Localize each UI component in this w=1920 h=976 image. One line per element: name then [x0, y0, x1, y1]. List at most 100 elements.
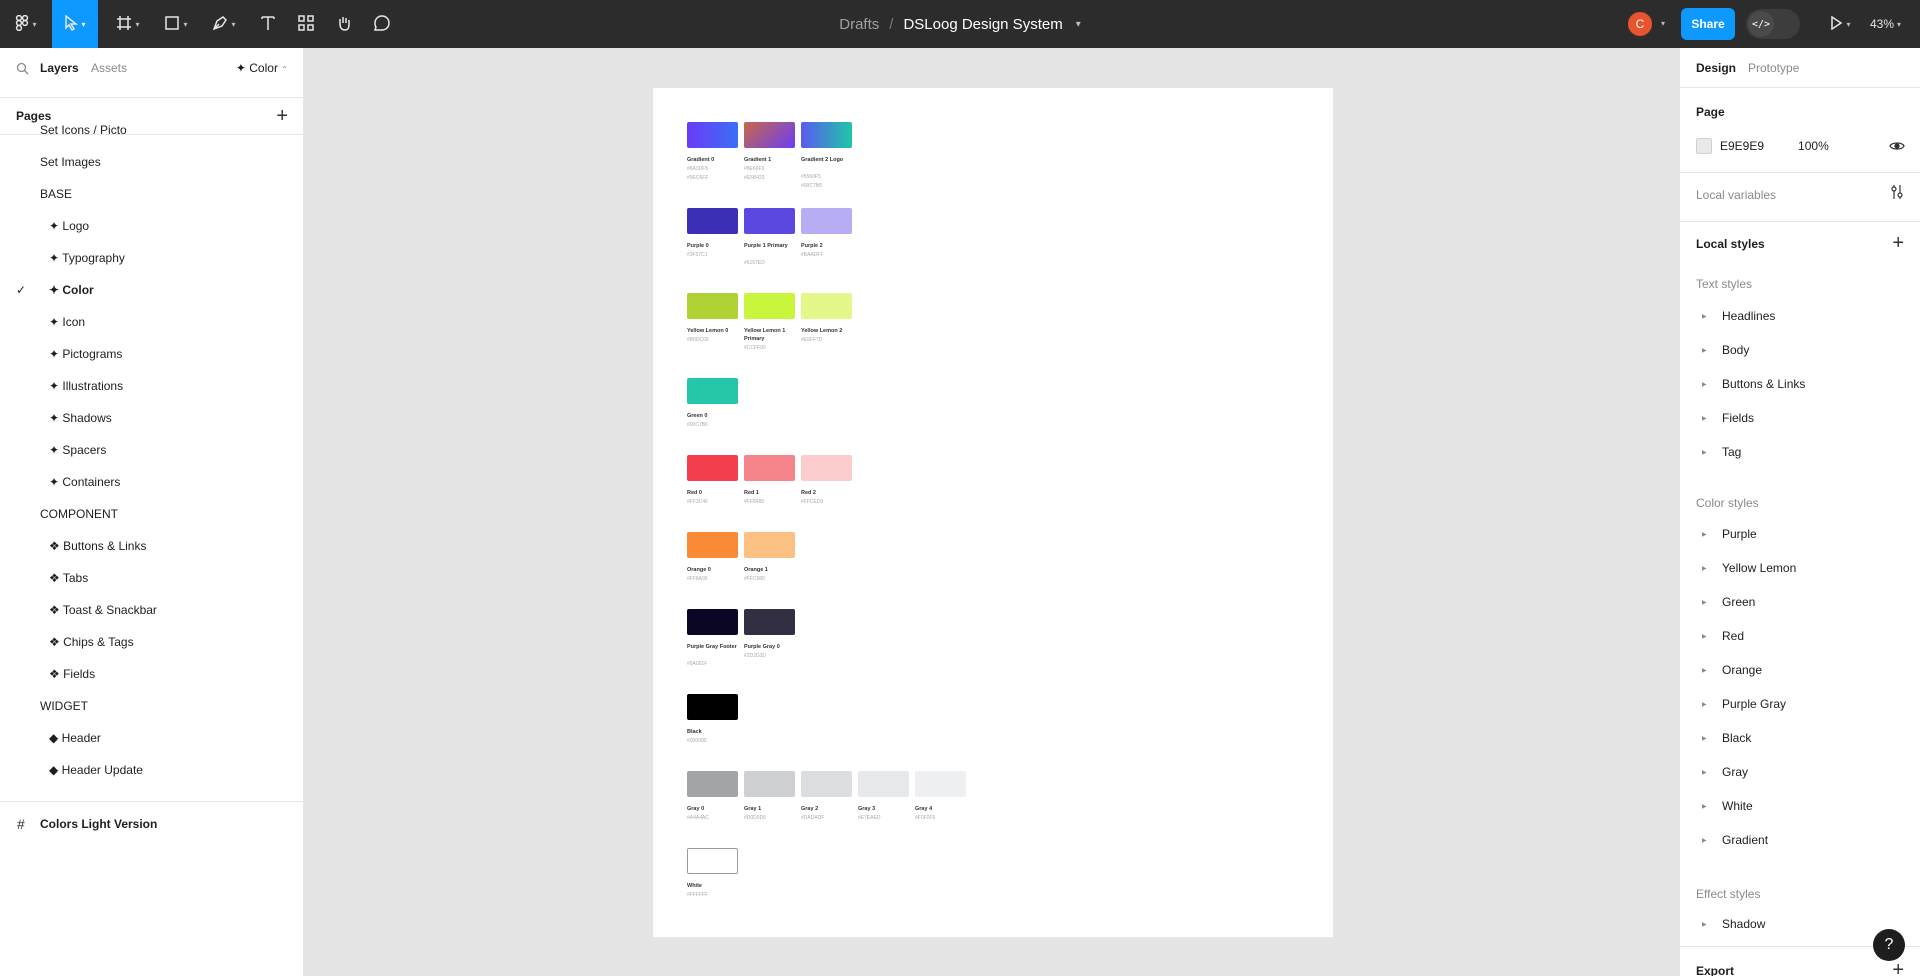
color-swatch[interactable]: [801, 122, 852, 148]
page-item[interactable]: Set Images: [0, 146, 304, 178]
chevron-right-icon[interactable]: ▶: [1702, 565, 1714, 572]
page-item[interactable]: ◆ Header Update: [0, 754, 304, 786]
local-variables-label[interactable]: Local variables: [1696, 188, 1776, 202]
tab-design[interactable]: Design: [1696, 61, 1736, 75]
eye-icon[interactable]: [1889, 138, 1905, 154]
page-color-hex[interactable]: E9E9E9: [1720, 139, 1764, 153]
color-swatch[interactable]: [744, 609, 795, 635]
color-swatch[interactable]: [687, 694, 738, 720]
page-item[interactable]: ✦ Logo: [0, 210, 304, 242]
resources-button[interactable]: [290, 0, 322, 48]
chevron-right-icon[interactable]: ▶: [1702, 803, 1714, 810]
page-background-row[interactable]: E9E9E9 100%: [1696, 136, 1905, 156]
color-swatch[interactable]: [687, 378, 738, 404]
add-export-button[interactable]: +: [1892, 959, 1904, 976]
style-item[interactable]: ▶ White: [1696, 796, 1905, 816]
chevron-right-icon[interactable]: ▶: [1702, 347, 1714, 354]
chevron-right-icon[interactable]: ▶: [1702, 701, 1714, 708]
chevron-right-icon[interactable]: ▶: [1702, 415, 1714, 422]
avatar[interactable]: C: [1628, 12, 1652, 36]
current-page-selector[interactable]: ✦ Color ⌃: [236, 61, 288, 75]
color-swatch[interactable]: [687, 848, 738, 874]
search-icon[interactable]: [16, 62, 29, 75]
color-swatch[interactable]: [744, 771, 795, 797]
present-button[interactable]: ▾: [1820, 0, 1860, 48]
variables-settings-icon[interactable]: [1890, 184, 1904, 205]
chevron-right-icon[interactable]: ▶: [1702, 735, 1714, 742]
color-swatch[interactable]: [687, 532, 738, 558]
color-swatch[interactable]: [687, 771, 738, 797]
page-item[interactable]: ✦ Containers: [0, 466, 304, 498]
style-item[interactable]: ▶ Black: [1696, 728, 1905, 748]
chevron-right-icon[interactable]: ▶: [1702, 313, 1714, 320]
color-swatch[interactable]: [744, 293, 795, 319]
page-item[interactable]: ✦ Icon: [0, 306, 304, 338]
page-item[interactable]: Set Icons / Picto: [0, 114, 304, 146]
chevron-right-icon[interactable]: ▶: [1702, 769, 1714, 776]
page-item[interactable]: COMPONENT: [0, 498, 304, 530]
color-swatch[interactable]: [801, 455, 852, 481]
style-item[interactable]: ▶ Tag: [1696, 442, 1905, 462]
style-item[interactable]: ▶ Shadow: [1696, 914, 1905, 934]
chevron-right-icon[interactable]: ▶: [1702, 633, 1714, 640]
chevron-right-icon[interactable]: ▶: [1702, 531, 1714, 538]
color-swatch[interactable]: [687, 122, 738, 148]
pen-tool-button[interactable]: ▾: [204, 0, 244, 48]
text-tool-button[interactable]: [252, 0, 284, 48]
comment-tool-button[interactable]: [366, 0, 398, 48]
page-item[interactable]: ✦ Typography: [0, 242, 304, 274]
color-swatch[interactable]: [858, 771, 909, 797]
tab-prototype[interactable]: Prototype: [1748, 61, 1799, 75]
style-item[interactable]: ▶ Buttons & Links: [1696, 374, 1905, 394]
page-item[interactable]: ❖ Toast & Snackbar: [0, 594, 304, 626]
style-item[interactable]: ▶ Purple Gray: [1696, 694, 1905, 714]
style-item[interactable]: ▶ Fields: [1696, 408, 1905, 428]
page-opacity[interactable]: 100%: [1798, 139, 1829, 153]
color-swatch[interactable]: [687, 208, 738, 234]
chevron-right-icon[interactable]: ▶: [1702, 667, 1714, 674]
page-item[interactable]: ✓ ✦ Color: [0, 274, 304, 306]
color-swatch[interactable]: [687, 293, 738, 319]
color-swatch[interactable]: [687, 609, 738, 635]
page-item[interactable]: ✦ Shadows: [0, 402, 304, 434]
color-swatch[interactable]: [801, 771, 852, 797]
chevron-right-icon[interactable]: ▶: [1702, 381, 1714, 388]
color-swatch[interactable]: [801, 208, 852, 234]
page-item[interactable]: ❖ Fields: [0, 658, 304, 690]
color-swatch[interactable]: [801, 293, 852, 319]
frame-tool-button[interactable]: ▾: [108, 0, 148, 48]
colors-frame[interactable]: Gradient 0 #6A3DF5 #9EC6FF Gradient 1 #8E60…: [653, 88, 1333, 937]
zoom-menu[interactable]: 43% ▾: [1870, 0, 1901, 48]
color-swatch[interactable]: [744, 208, 795, 234]
chevron-right-icon[interactable]: ▶: [1702, 599, 1714, 606]
page-item[interactable]: BASE: [0, 178, 304, 210]
hand-tool-button[interactable]: [328, 0, 360, 48]
chevron-right-icon[interactable]: ▶: [1702, 449, 1714, 456]
canvas[interactable]: Gradient 0 #6A3DF5 #9EC6FF Gradient 1 #8E60…: [305, 48, 1679, 976]
help-button[interactable]: ?: [1873, 929, 1905, 961]
shape-tool-button[interactable]: ▾: [156, 0, 196, 48]
page-item[interactable]: ❖ Buttons & Links: [0, 530, 304, 562]
main-menu-button[interactable]: ▾: [8, 0, 44, 48]
style-item[interactable]: ▶ Green: [1696, 592, 1905, 612]
style-item[interactable]: ▶ Orange: [1696, 660, 1905, 680]
style-item[interactable]: ▶ Headlines: [1696, 306, 1905, 326]
tab-assets[interactable]: Assets: [91, 61, 127, 75]
color-swatch[interactable]: [915, 771, 966, 797]
tab-layers[interactable]: Layers: [40, 61, 79, 75]
page-item[interactable]: WIDGET: [0, 690, 304, 722]
page-item[interactable]: ✦ Pictograms: [0, 338, 304, 370]
share-button[interactable]: Share: [1681, 8, 1735, 40]
move-tool-button[interactable]: ▾: [52, 0, 98, 48]
chevron-right-icon[interactable]: ▶: [1702, 921, 1714, 928]
style-item[interactable]: ▶ Yellow Lemon: [1696, 558, 1905, 578]
chevron-down-icon[interactable]: ▾: [1661, 19, 1665, 28]
page-item[interactable]: ◆ Header: [0, 722, 304, 754]
style-item[interactable]: ▶ Purple: [1696, 524, 1905, 544]
page-item[interactable]: ❖ Tabs: [0, 562, 304, 594]
style-item[interactable]: ▶ Body: [1696, 340, 1905, 360]
style-item[interactable]: ▶ Gradient: [1696, 830, 1905, 850]
style-item[interactable]: ▶ Gray: [1696, 762, 1905, 782]
style-item[interactable]: ▶ Red: [1696, 626, 1905, 646]
color-swatch[interactable]: [687, 455, 738, 481]
